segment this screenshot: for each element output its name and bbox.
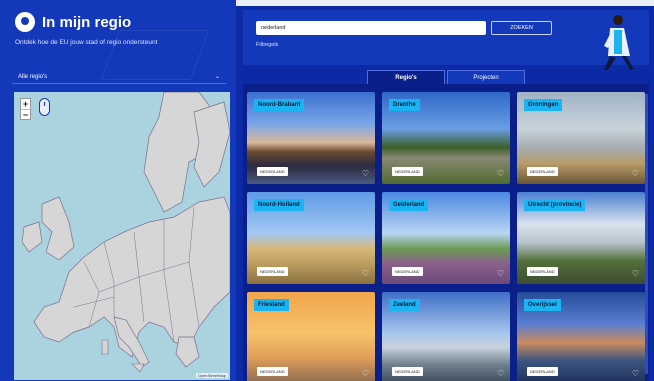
- map-attribution[interactable]: OpenStreetMap: [195, 373, 228, 378]
- region-card[interactable]: Gelderland NEDERLAND ♡: [382, 192, 510, 284]
- country-badge: NEDERLAND: [257, 267, 288, 276]
- heart-icon[interactable]: ♡: [497, 269, 504, 278]
- heart-icon[interactable]: ♡: [362, 269, 369, 278]
- country-badge: NEDERLAND: [257, 367, 288, 376]
- map-land-sardinia: [101, 339, 109, 355]
- europe-map[interactable]: + − OpenStreetMap: [14, 92, 230, 380]
- heart-icon[interactable]: ♡: [362, 369, 369, 378]
- country-badge: NEDERLAND: [527, 267, 558, 276]
- card-title: Utrecht (provincie): [524, 199, 586, 211]
- card-title: Groningen: [524, 99, 563, 111]
- map-land-finland: [193, 101, 230, 188]
- card-title: Gelderland: [389, 199, 429, 211]
- country-badge: NEDERLAND: [392, 167, 423, 176]
- region-card[interactable]: Groningen NEDERLAND ♡: [517, 92, 645, 184]
- heart-icon[interactable]: ♡: [497, 169, 504, 178]
- map-land-sicily: [131, 363, 145, 373]
- search-area: ZOEKEN Filtregels: [243, 10, 649, 70]
- card-title: Friesland: [254, 299, 289, 311]
- region-card[interactable]: Zeeland NEDERLAND ♡: [382, 292, 510, 381]
- heart-icon[interactable]: ♡: [362, 169, 369, 178]
- country-badge: NEDERLAND: [527, 367, 558, 376]
- chevron-down-icon: ⌄: [214, 74, 220, 80]
- region-card[interactable]: Overijssel NEDERLAND ♡: [517, 292, 645, 381]
- location-pin-icon: [15, 12, 35, 32]
- region-cards-grid: Noord-Brabant NEDERLAND ♡ Drenthe NEDERL…: [243, 84, 649, 381]
- zoom-out-button[interactable]: −: [21, 109, 30, 120]
- search-button[interactable]: ZOEKEN: [491, 21, 552, 35]
- zoom-controls: + −: [20, 98, 31, 120]
- brand: In mijn regio: [15, 12, 131, 32]
- person-illustration: [604, 15, 634, 70]
- region-card[interactable]: Utrecht (provincie) NEDERLAND ♡: [517, 192, 645, 284]
- country-badge: NEDERLAND: [527, 167, 558, 176]
- page-title: In mijn regio: [42, 13, 132, 31]
- map-land-greece: [175, 336, 200, 368]
- region-select-value: Alle regio's: [18, 73, 48, 80]
- map-land-ireland: [21, 221, 43, 253]
- card-title: Drenthe: [389, 99, 420, 111]
- region-card[interactable]: Drenthe NEDERLAND ♡: [382, 92, 510, 184]
- tab-bar: Regio's Projecten: [367, 70, 525, 84]
- region-card[interactable]: Noord-Holland NEDERLAND ♡: [247, 192, 375, 284]
- heart-icon[interactable]: ♡: [497, 369, 504, 378]
- region-card[interactable]: Friesland NEDERLAND ♡: [247, 292, 375, 381]
- heart-icon[interactable]: ♡: [632, 369, 639, 378]
- heart-icon[interactable]: ♡: [632, 269, 639, 278]
- country-badge: NEDERLAND: [257, 167, 288, 176]
- page-subtitle: Ontdek hoe de EU jouw stad of regio onde…: [15, 39, 158, 46]
- left-panel: In mijn regio Ontdek hoe de EU jouw stad…: [0, 0, 236, 381]
- card-title: Noord-Brabant: [254, 99, 305, 111]
- cards-scrollbar[interactable]: [645, 94, 648, 374]
- zoom-in-button[interactable]: +: [21, 99, 30, 109]
- filter-link[interactable]: Filtregels: [256, 42, 278, 48]
- card-title: Noord-Holland: [254, 199, 304, 211]
- card-title: Overijssel: [524, 299, 561, 311]
- region-select[interactable]: Alle regio's ⌄: [12, 70, 226, 84]
- tab-projecten[interactable]: Projecten: [447, 70, 525, 84]
- map-land-britain: [41, 196, 75, 261]
- map-canvas[interactable]: [14, 92, 230, 380]
- country-badge: NEDERLAND: [392, 367, 423, 376]
- country-badge: NEDERLAND: [392, 267, 423, 276]
- card-title: Zeeland: [389, 299, 420, 311]
- search-input[interactable]: [256, 21, 486, 35]
- tab-regios[interactable]: Regio's: [367, 70, 445, 84]
- mouse-scroll-icon: [39, 98, 50, 116]
- heart-icon[interactable]: ♡: [632, 169, 639, 178]
- region-card[interactable]: Noord-Brabant NEDERLAND ♡: [247, 92, 375, 184]
